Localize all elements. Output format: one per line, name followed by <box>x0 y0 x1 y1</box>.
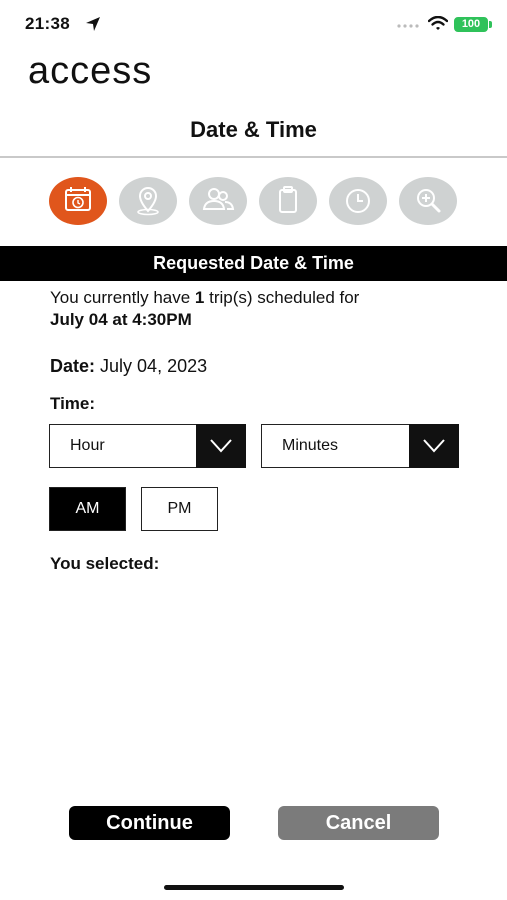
date-value: July 04, 2023 <box>100 356 208 376</box>
date-row: Date: July 04, 2023 <box>50 356 207 377</box>
location-arrow-icon <box>86 17 100 31</box>
app-logo: access <box>28 50 153 92</box>
passengers-icon <box>202 188 235 210</box>
cancel-button[interactable]: Cancel <box>278 806 439 840</box>
selection-label: You selected: <box>50 554 160 573</box>
time-label: Time: <box>50 394 96 413</box>
minutes-select-value: Minutes <box>282 437 339 454</box>
hour-select[interactable]: Hour <box>49 424 246 468</box>
header-divider <box>0 156 507 158</box>
pm-button[interactable]: PM <box>141 487 218 531</box>
home-indicator <box>164 885 344 890</box>
hour-select-value: Hour <box>70 437 105 454</box>
step-review[interactable] <box>399 177 457 225</box>
battery-indicator: 100 <box>454 17 488 32</box>
location-pin-icon <box>137 187 159 216</box>
status-time: 21:38 <box>25 14 70 33</box>
step-location[interactable] <box>119 177 177 225</box>
trip-count-text: You currently have 1 trip(s) scheduled f… <box>50 288 359 308</box>
chevron-down-icon <box>210 439 232 453</box>
signal-dots-icon <box>397 24 419 28</box>
chevron-down-icon <box>423 439 445 453</box>
minutes-dropdown-button[interactable] <box>409 424 459 468</box>
am-button[interactable]: AM <box>49 487 126 531</box>
scheduled-trip-datetime: July 04 at 4:30PM <box>50 310 192 329</box>
trip-count: 1 <box>194 288 205 307</box>
clock-icon <box>346 189 370 213</box>
step-date-time[interactable] <box>49 177 107 225</box>
step-details[interactable] <box>259 177 317 225</box>
battery-nub <box>489 21 492 28</box>
date-label: Date: <box>50 356 96 376</box>
minutes-select[interactable]: Minutes <box>261 424 459 468</box>
section-header: Requested Date & Time <box>0 246 507 281</box>
hour-dropdown-button[interactable] <box>196 424 246 468</box>
page-title: Date & Time <box>190 117 317 142</box>
continue-button[interactable]: Continue <box>69 806 230 840</box>
step-time[interactable] <box>329 177 387 225</box>
step-passengers[interactable] <box>189 177 247 225</box>
review-search-icon <box>417 189 441 213</box>
clipboard-icon <box>279 186 297 213</box>
calendar-icon <box>65 187 91 211</box>
wifi-icon <box>428 16 448 30</box>
trip-count-suffix: trip(s) scheduled for <box>204 288 360 307</box>
trip-count-prefix: You currently have <box>50 288 195 307</box>
